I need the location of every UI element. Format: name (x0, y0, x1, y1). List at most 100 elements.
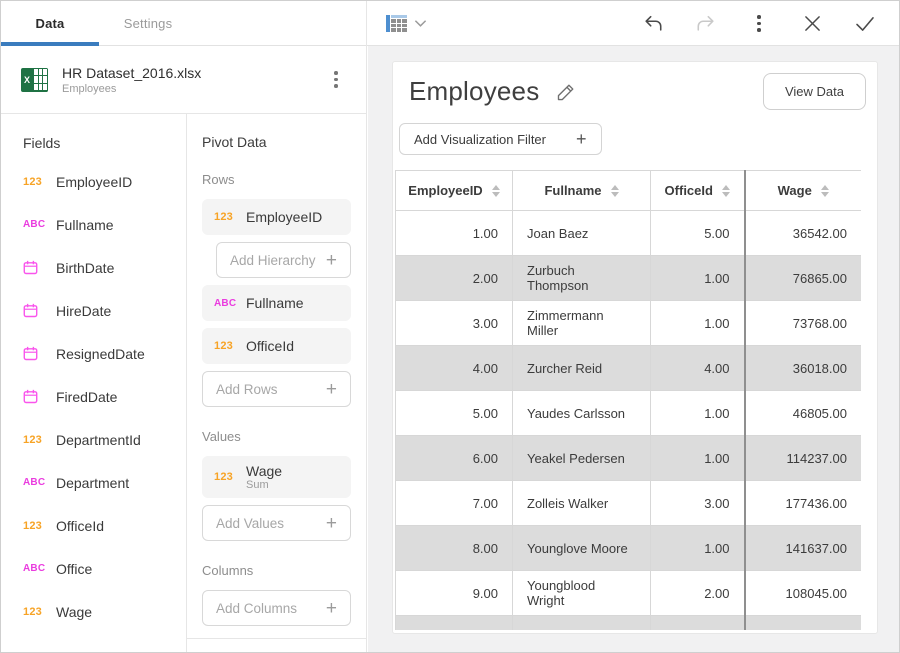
add-hierarchy-label: Add Hierarchy (230, 253, 316, 268)
sort-icon[interactable] (821, 185, 829, 197)
date-field-icon (23, 346, 45, 361)
plus-icon: + (576, 130, 587, 148)
field-item-employeeid[interactable]: 123EmployeeID (23, 160, 186, 203)
close-icon (804, 15, 821, 32)
datasource-title: HR Dataset_2016.xlsx (62, 65, 201, 81)
pivot-table-container: EmployeeIDFullnameOfficeIdWage 1.00Joan … (395, 170, 861, 630)
table-row-partial (396, 616, 862, 631)
top-bar: Data Settings (1, 1, 899, 46)
sort-icon[interactable] (492, 185, 500, 197)
column-header-label: Fullname (544, 183, 601, 198)
table-cell: 1.00 (651, 526, 745, 571)
chip-label: Fullname (246, 295, 304, 311)
fields-header: Fields (23, 135, 186, 151)
row-chip-fullname[interactable]: ABCFullname (202, 285, 351, 321)
field-item-departmentid[interactable]: 123DepartmentId (23, 418, 186, 461)
field-label: HireDate (56, 303, 111, 319)
excel-file-icon: X (21, 68, 48, 92)
column-header-label: Wage (778, 183, 812, 198)
field-item-office[interactable]: ABCOffice (23, 547, 186, 590)
table-cell: 46805.00 (745, 391, 862, 436)
redo-button[interactable] (696, 14, 716, 34)
data-panel: X HR Dataset_2016.xlsx Employees Fields … (1, 46, 367, 652)
table-cell: Yaudes Carlsson (513, 391, 651, 436)
column-header-wage[interactable]: Wage (745, 171, 862, 211)
field-label: BirthDate (56, 260, 114, 276)
row-chip-employeeid[interactable]: 123EmployeeID (202, 199, 351, 235)
table-header-row: EmployeeID Fullname OfficeId Wage (396, 171, 862, 211)
more-options-button[interactable] (749, 14, 769, 34)
field-item-fullname[interactable]: ABCFullname (23, 203, 186, 246)
date-field-icon (23, 389, 45, 404)
values-drop-area: 123 WageSum (202, 456, 351, 498)
field-item-fireddate[interactable]: FiredDate (23, 375, 186, 418)
editor-tabs: Data Settings (1, 1, 367, 46)
table-cell: 8.00 (396, 526, 513, 571)
sort-icon[interactable] (611, 185, 619, 197)
table-cell: Yeakel Pedersen (513, 436, 651, 481)
field-item-resigneddate[interactable]: ResignedDate (23, 332, 186, 375)
row-chip-officeid[interactable]: 123OfficeId (202, 328, 351, 364)
table-cell: 1.00 (396, 211, 513, 256)
add-values-button[interactable]: Add Values + (202, 505, 351, 541)
visualization-type-picker[interactable] (386, 15, 427, 32)
add-hierarchy-button[interactable]: Add Hierarchy+ (216, 242, 351, 278)
field-item-officeid[interactable]: 123 OfficeId (23, 504, 186, 547)
pivot-table: EmployeeIDFullnameOfficeIdWage 1.00Joan … (395, 170, 861, 630)
add-columns-button[interactable]: Add Columns + (202, 590, 351, 626)
field-item-hiredate[interactable]: HireDate (23, 289, 186, 332)
table-row: 2.00Zurbuch Thompson1.0076865.00 (396, 256, 862, 301)
tab-data[interactable]: Data (1, 1, 99, 46)
datasource-header: X HR Dataset_2016.xlsx Employees (1, 46, 366, 114)
number-field-icon: 123 (23, 520, 45, 532)
text-field-icon: ABC (23, 219, 45, 230)
datasource-options-button[interactable] (326, 70, 346, 90)
table-cell: 1.00 (651, 391, 745, 436)
column-header-employeeid[interactable]: EmployeeID (396, 171, 513, 211)
close-button[interactable] (802, 14, 822, 34)
field-item-wage[interactable]: 123Wage (23, 590, 186, 633)
field-item-department[interactable]: ABCDepartment (23, 461, 186, 504)
table-cell: 7.00 (396, 481, 513, 526)
sort-icon[interactable] (722, 185, 730, 197)
value-chip-wage[interactable]: 123 WageSum (202, 456, 351, 498)
table-cell (396, 616, 513, 631)
chevron-down-icon (414, 19, 427, 28)
visualization-card: Employees View Data Add Visualization Fi… (392, 61, 878, 634)
chip-label: EmployeeID (246, 209, 322, 225)
number-field-icon: 123 (214, 471, 236, 483)
table-cell: 5.00 (651, 211, 745, 256)
pencil-icon (555, 81, 577, 103)
chip-label: Wage (246, 464, 282, 478)
table-cell: 5.00 (396, 391, 513, 436)
field-label: Department (56, 475, 129, 491)
column-header-fullname[interactable]: Fullname (513, 171, 651, 211)
plus-icon: + (326, 599, 337, 618)
table-cell: 4.00 (396, 346, 513, 391)
tab-data-label: Data (36, 16, 65, 31)
field-item-birthdate[interactable]: BirthDate (23, 246, 186, 289)
table-cell: 36018.00 (745, 346, 862, 391)
confirm-button[interactable] (855, 14, 875, 34)
add-values-label: Add Values (216, 516, 284, 531)
table-cell: 1.00 (651, 301, 745, 346)
field-label: DepartmentId (56, 432, 141, 448)
table-row: 5.00Yaudes Carlsson1.0046805.00 (396, 391, 862, 436)
column-header-officeid[interactable]: OfficeId (651, 171, 745, 211)
table-cell: Younglove Moore (513, 526, 651, 571)
edit-title-button[interactable] (555, 81, 577, 103)
tab-settings[interactable]: Settings (99, 1, 197, 46)
aggregation-label: Sum (246, 479, 282, 491)
table-row: 4.00Zurcher Reid4.0036018.00 (396, 346, 862, 391)
add-rows-button[interactable]: Add Rows + (202, 371, 351, 407)
add-visualization-filter-button[interactable]: Add Visualization Filter + (399, 123, 602, 155)
chip-label: OfficeId (246, 338, 294, 354)
visualization-title: Employees (409, 76, 539, 107)
field-label: OfficeId (56, 518, 104, 534)
table-cell (651, 616, 745, 631)
pivot-data-header: Pivot Data (202, 134, 351, 150)
view-data-button[interactable]: View Data (763, 73, 866, 110)
table-cell: 1.00 (651, 256, 745, 301)
undo-button[interactable] (643, 14, 663, 34)
table-cell: 3.00 (651, 481, 745, 526)
